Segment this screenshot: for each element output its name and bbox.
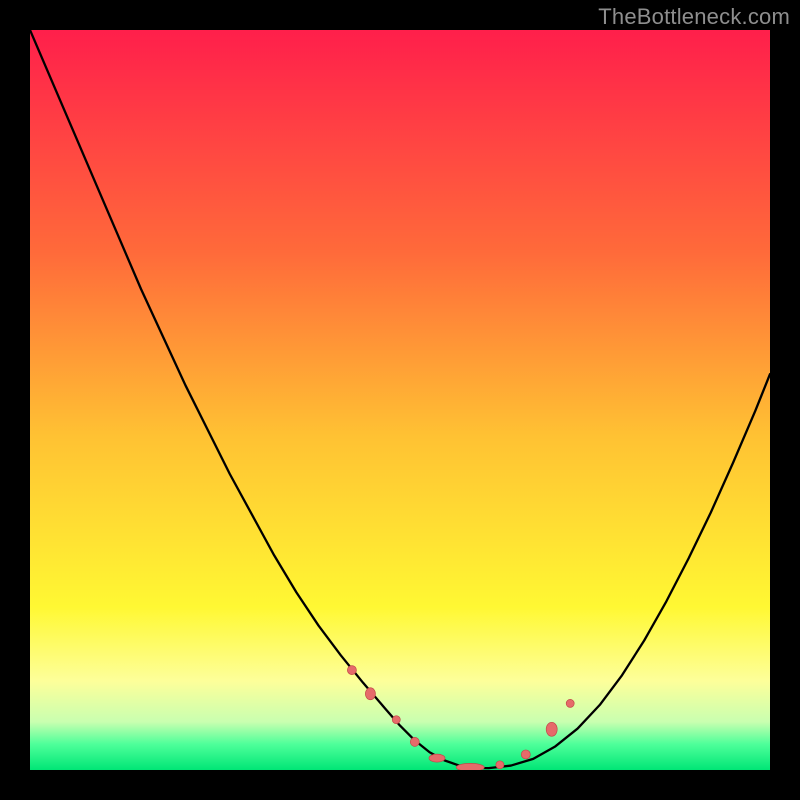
- threshold-marker: [429, 754, 445, 762]
- threshold-marker: [456, 763, 484, 770]
- threshold-marker: [392, 716, 400, 724]
- threshold-marker: [410, 737, 419, 746]
- chart-background: [30, 30, 770, 770]
- threshold-marker: [365, 688, 375, 700]
- outer-frame: TheBottleneck.com: [0, 0, 800, 800]
- threshold-marker: [496, 761, 504, 769]
- threshold-marker: [521, 750, 530, 759]
- watermark-text: TheBottleneck.com: [598, 4, 790, 30]
- threshold-marker: [546, 722, 557, 736]
- threshold-marker: [566, 699, 574, 707]
- bottleneck-chart: [30, 30, 770, 770]
- threshold-marker: [347, 666, 356, 675]
